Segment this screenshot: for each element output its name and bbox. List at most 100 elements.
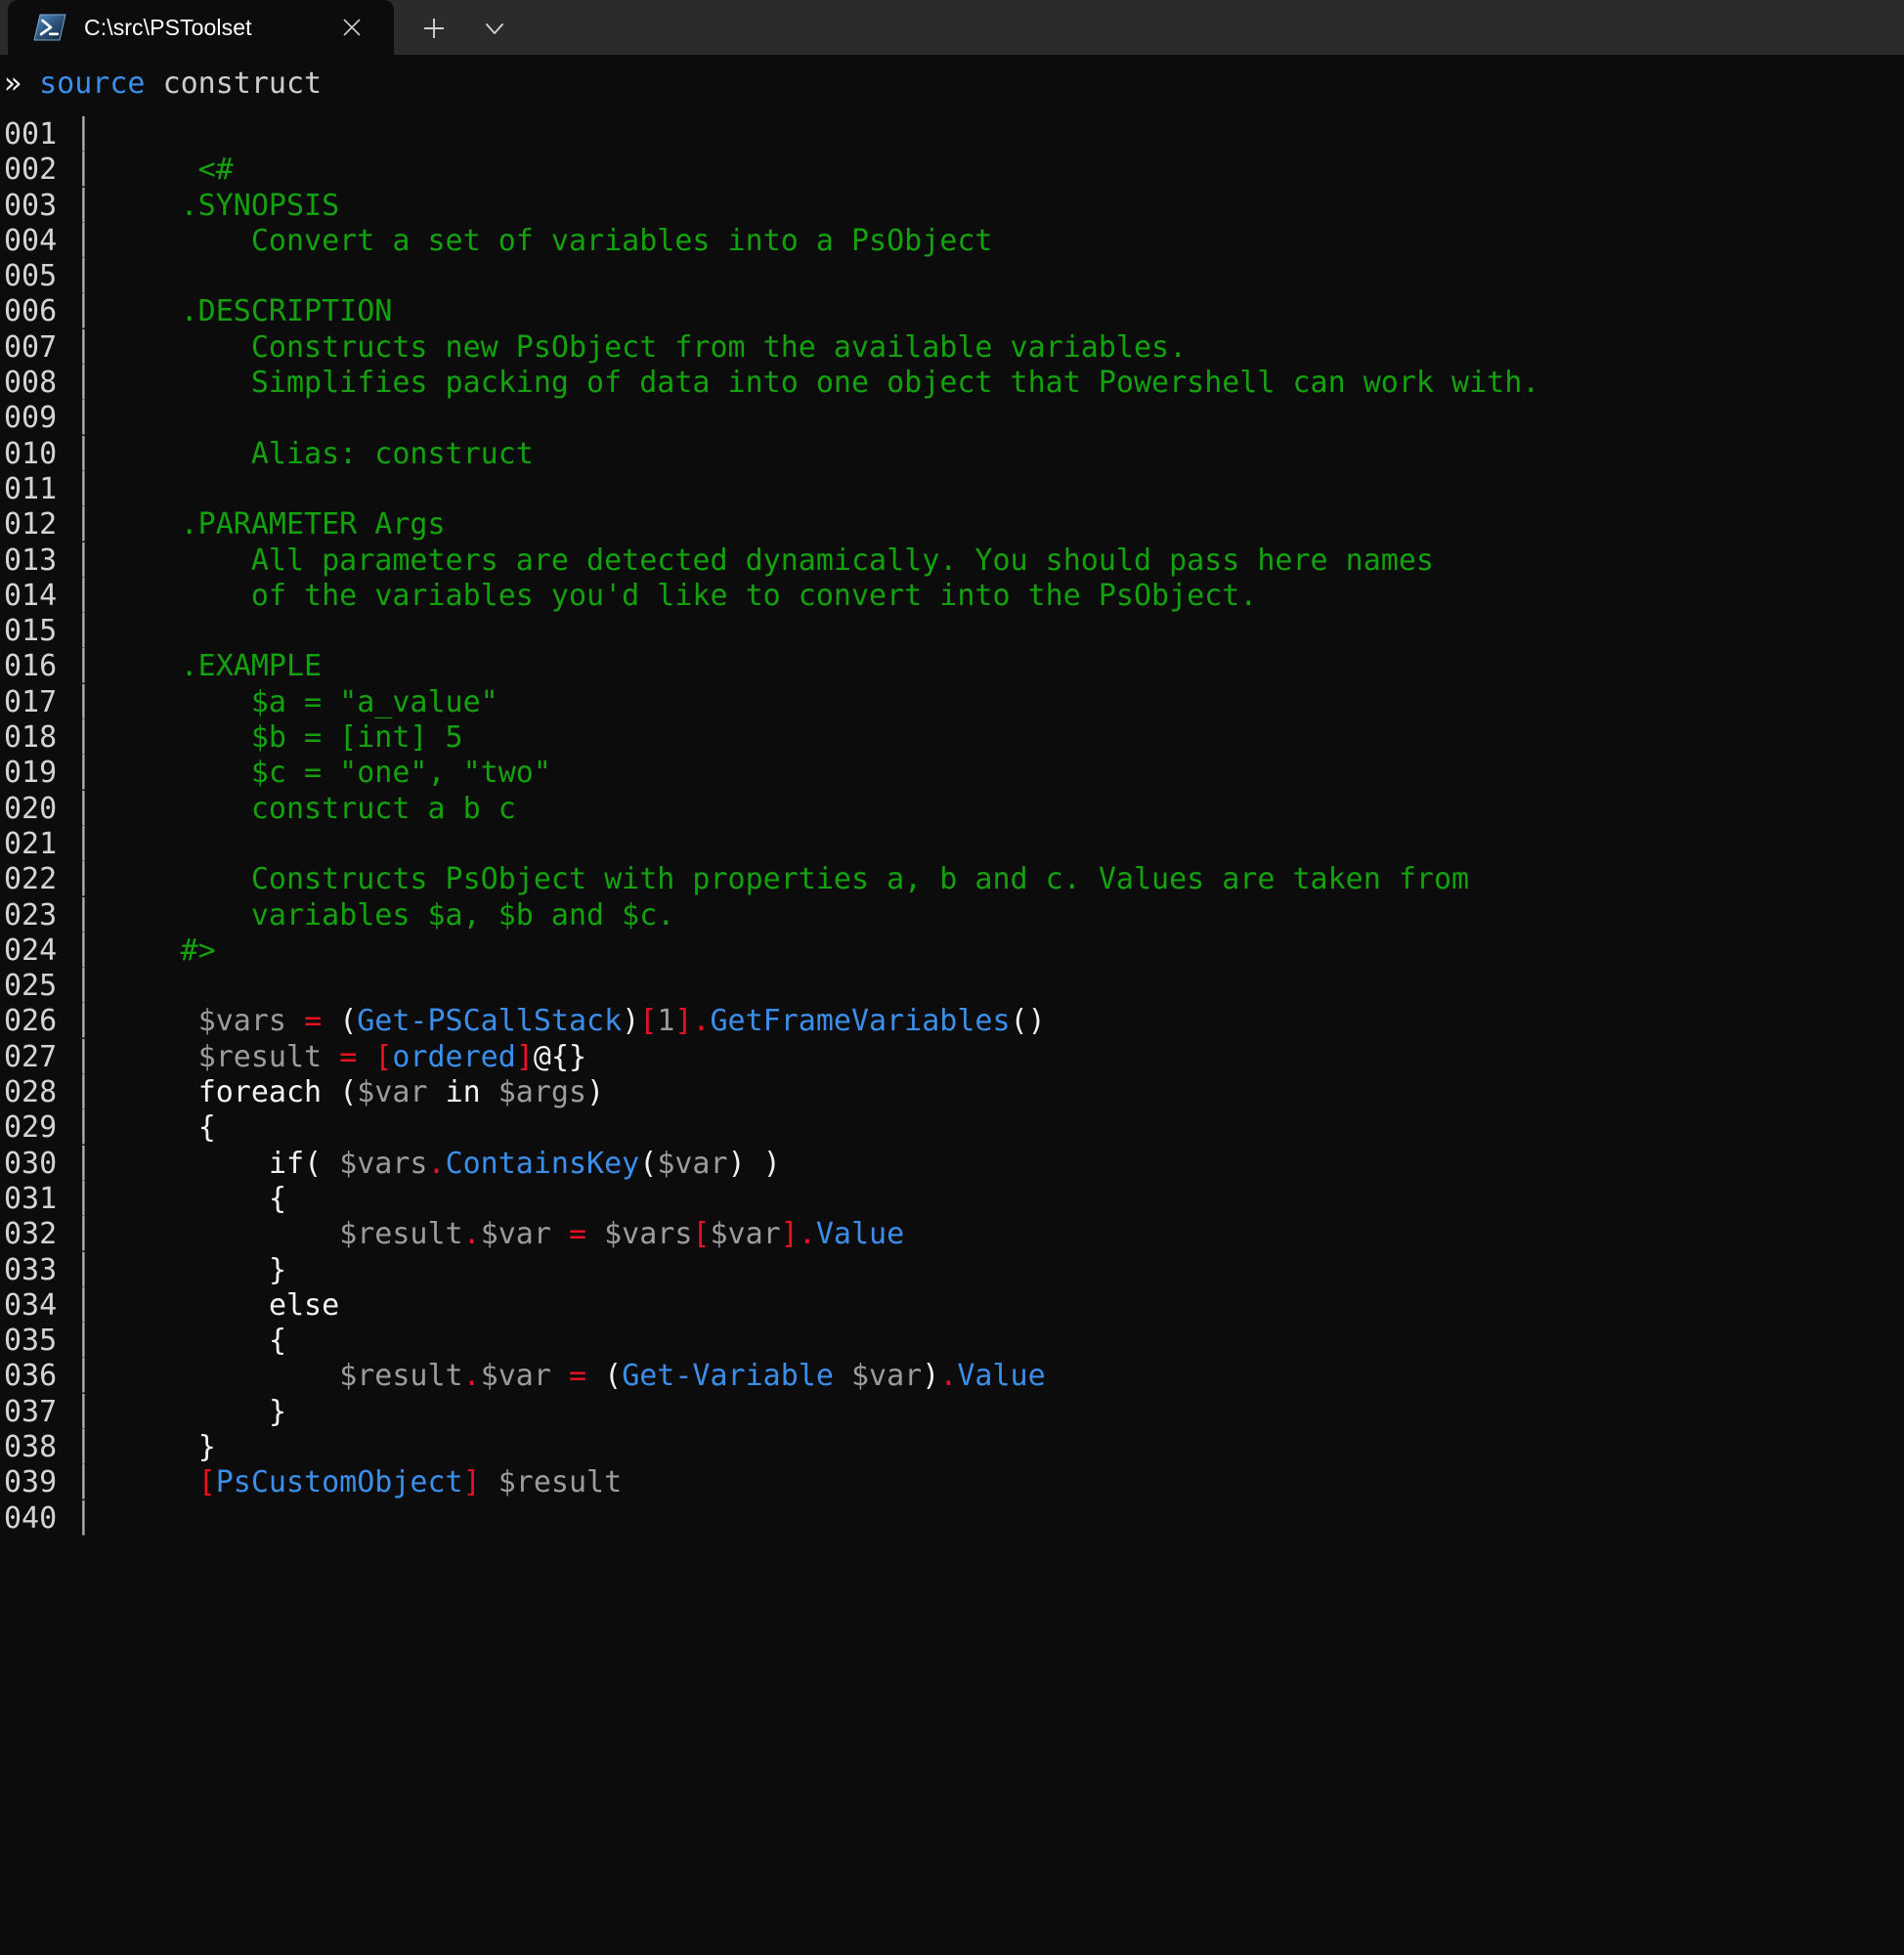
line-number: 006 — [4, 294, 58, 329]
gutter-separator: │ — [74, 756, 93, 791]
titlebar: C:\src\PSToolset — [0, 0, 1904, 55]
line-number: 017 — [4, 684, 58, 719]
code-line: 026 │ $vars = (Get-PSCallStack)[1].GetFr… — [4, 1004, 1046, 1039]
gutter-separator: │ — [74, 1429, 93, 1464]
code-line: 005 │ — [4, 259, 1904, 294]
line-number: 032 — [4, 1217, 58, 1252]
line-number: 028 — [4, 1075, 58, 1110]
line-number: 019 — [4, 756, 58, 791]
gutter-separator: │ — [74, 223, 93, 258]
code-line: 015 │ — [4, 614, 1904, 649]
line-number: 036 — [4, 1359, 58, 1394]
prompt-command: source — [39, 66, 146, 101]
gutter-separator: │ — [74, 1359, 93, 1394]
gutter-separator: │ — [74, 152, 93, 188]
code-line: 039 │ [PsCustomObject] $result — [4, 1465, 623, 1500]
line-number: 013 — [4, 543, 58, 578]
gutter-separator: │ — [74, 1394, 93, 1429]
gutter-separator: │ — [74, 1039, 93, 1074]
line-number: 034 — [4, 1287, 58, 1323]
code-line: 034 │ else — [4, 1287, 340, 1323]
line-number: 029 — [4, 1110, 58, 1146]
gutter-separator: │ — [74, 826, 93, 861]
line-number: 039 — [4, 1465, 58, 1500]
gutter-separator: │ — [74, 401, 93, 436]
line-number: 004 — [4, 223, 58, 258]
chevron-down-icon[interactable] — [472, 6, 517, 51]
line-number: 025 — [4, 969, 58, 1004]
code-line: 035 │ { — [4, 1324, 286, 1359]
line-number: 037 — [4, 1394, 58, 1429]
gutter-separator: │ — [74, 969, 93, 1004]
line-number: 012 — [4, 507, 58, 543]
source-listing: 001 │ 002 │ <# 003 │ .SYNOPSIS 004 │ Conver… — [0, 117, 1904, 1537]
code-line: 001 │ — [4, 117, 1904, 152]
code-line: 022 │ Constructs PsObject with propertie… — [4, 862, 1470, 897]
prompt-argument: construct — [162, 66, 323, 101]
line-number: 022 — [4, 862, 58, 897]
code-line: 037 │ } — [4, 1394, 286, 1429]
prompt-line: » source construct — [0, 55, 1904, 117]
line-number: 009 — [4, 401, 58, 436]
gutter-separator: │ — [74, 1465, 93, 1500]
line-number: 024 — [4, 933, 58, 968]
code-line: 021 │ — [4, 827, 1904, 862]
code-line: 023 │ variables $a, $b and $c. — [4, 897, 675, 933]
gutter-separator: │ — [74, 188, 93, 223]
code-line: 002 │ <# — [4, 152, 234, 188]
line-number: 030 — [4, 1146, 58, 1181]
line-number: 002 — [4, 152, 58, 188]
line-number: 016 — [4, 649, 58, 684]
terminal-viewport[interactable]: » source construct 001 │ 002 │ <# 003 │ .S… — [0, 55, 1904, 1955]
gutter-separator: │ — [74, 684, 93, 719]
terminal-tab[interactable]: C:\src\PSToolset — [8, 0, 394, 55]
line-number: 031 — [4, 1181, 58, 1216]
code-line: 013 │ All parameters are detected dynami… — [4, 543, 1434, 578]
line-number: 007 — [4, 329, 58, 365]
gutter-separator: │ — [74, 436, 93, 471]
tab-title: C:\src\PSToolset — [84, 14, 252, 40]
new-tab-button[interactable] — [411, 6, 456, 51]
code-line: 027 │ $result = [ordered]@{} — [4, 1039, 587, 1074]
code-line: 028 │ foreach ($var in $args) — [4, 1075, 605, 1110]
line-number: 040 — [4, 1500, 58, 1536]
gutter-separator: │ — [74, 578, 93, 613]
gutter-separator: │ — [74, 471, 93, 506]
close-icon[interactable] — [335, 11, 368, 44]
gutter-separator: │ — [74, 1004, 93, 1039]
code-line: 010 │ Alias: construct — [4, 436, 534, 471]
line-number: 026 — [4, 1004, 58, 1039]
gutter-separator: │ — [74, 1110, 93, 1146]
code-line: 030 │ if( $vars.ContainsKey($var) ) — [4, 1146, 781, 1181]
code-line: 008 │ Simplifies packing of data into on… — [4, 366, 1540, 401]
gutter-separator: │ — [74, 329, 93, 365]
gutter-separator: │ — [74, 507, 93, 543]
code-line: 020 │ construct a b c — [4, 791, 516, 826]
line-number: 001 — [4, 117, 58, 152]
gutter-separator: │ — [74, 897, 93, 933]
code-line: 017 │ $a = "a_value" — [4, 684, 498, 719]
code-line: 006 │ .DESCRIPTION — [4, 294, 393, 329]
line-number: 011 — [4, 471, 58, 506]
line-number: 010 — [4, 436, 58, 471]
gutter-separator: │ — [74, 649, 93, 684]
code-line: 014 │ of the variables you'd like to con… — [4, 578, 1258, 613]
line-number: 033 — [4, 1252, 58, 1287]
code-line: 018 │ $b = [int] 5 — [4, 720, 463, 756]
gutter-separator: │ — [74, 862, 93, 897]
code-line: 025 │ — [4, 969, 1904, 1004]
gutter-separator: │ — [74, 259, 93, 294]
line-number: 023 — [4, 897, 58, 933]
line-number: 005 — [4, 259, 58, 294]
gutter-separator: │ — [74, 543, 93, 578]
line-number: 003 — [4, 188, 58, 223]
line-number: 014 — [4, 578, 58, 613]
line-number: 015 — [4, 614, 58, 649]
gutter-separator: │ — [74, 1181, 93, 1216]
gutter-separator: │ — [74, 614, 93, 649]
line-number: 038 — [4, 1429, 58, 1464]
line-number: 027 — [4, 1039, 58, 1074]
gutter-separator: │ — [74, 1287, 93, 1323]
code-line: 004 │ Convert a set of variables into a … — [4, 223, 993, 258]
